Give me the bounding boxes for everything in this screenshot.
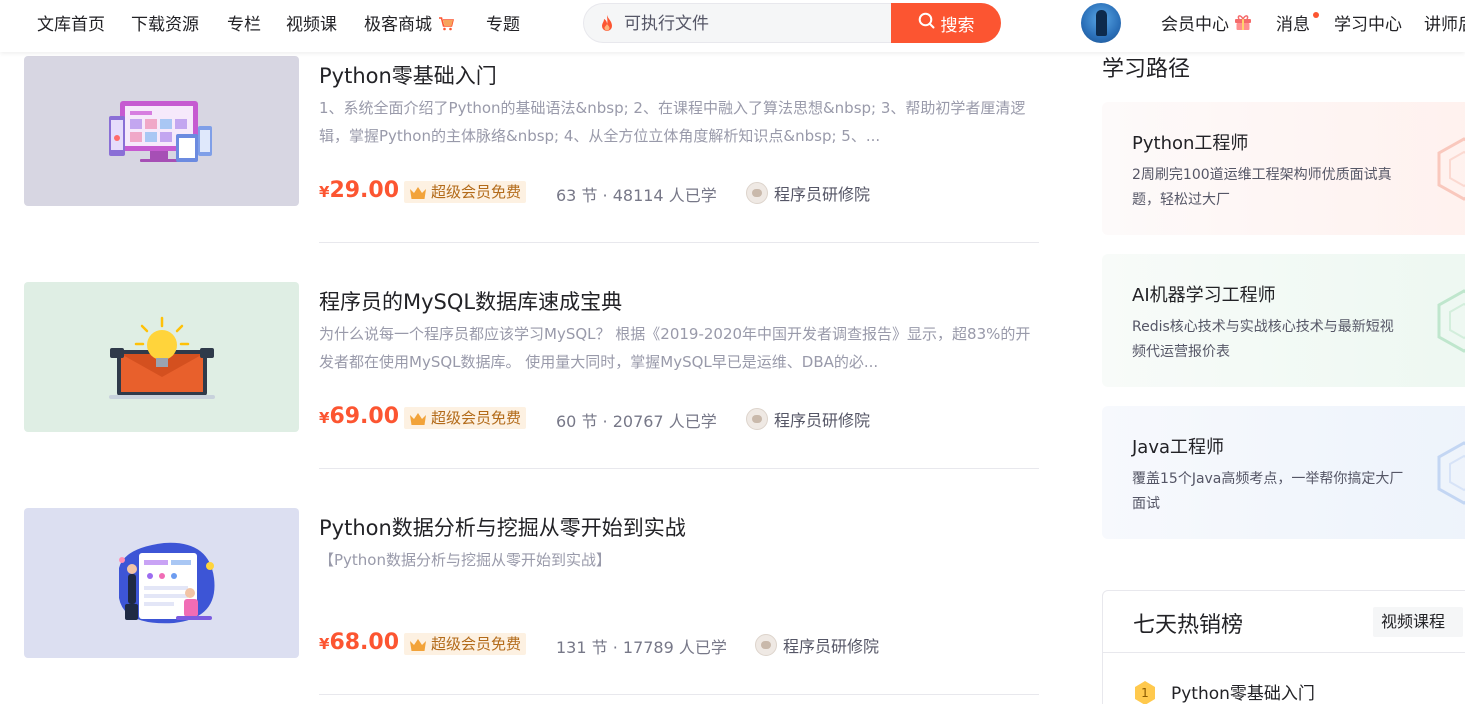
tab-video-courses[interactable]: 视频课程: [1373, 607, 1463, 637]
unread-dot: [1313, 12, 1319, 18]
hot-list-item[interactable]: 1 Python零基础入门: [1133, 679, 1315, 704]
hot-sales-panel: 七天热销榜 视频课程 1 Python零基础入门: [1102, 590, 1465, 704]
course-card[interactable]: Python零基础入门 1、系统全面介绍了Python的基础语法&nbsp; 2…: [24, 56, 1039, 282]
course-price: ¥68.00: [319, 630, 399, 655]
course-description: 为什么说每一个程序员都应该学习MySQL？ 根据《2019-2020年中国开发者…: [319, 325, 1031, 371]
hot-sales-title: 七天热销榜: [1133, 613, 1244, 638]
nav-geek-mall[interactable]: 极客商城: [364, 13, 455, 38]
price-value: 69.00: [329, 404, 400, 429]
course-org[interactable]: 程序员研修院: [746, 406, 870, 432]
nav-messages[interactable]: 消息: [1276, 13, 1310, 37]
rank-number: 1: [1141, 686, 1149, 700]
learning-path-card-ai[interactable]: AI机器学习工程师 Redis核心技术与实战核心技术与最新短视频代运营报价表: [1102, 254, 1465, 387]
org-avatar: [746, 408, 768, 430]
rank-badge-icon: 1: [1133, 680, 1157, 704]
top-navbar: 文库首页 下载资源 专栏 视频课 极客商城 专题 搜索 会员中心 消息 学习中心…: [0, 0, 1465, 52]
course-thumbnail[interactable]: [24, 282, 299, 432]
crown-icon: [409, 637, 427, 656]
divider: [1103, 652, 1465, 653]
crown-icon: [409, 185, 427, 204]
divider: [319, 242, 1039, 243]
course-description: 1、系统全面介绍了Python的基础语法&nbsp; 2、在课程中融入了算法思想…: [319, 99, 1026, 145]
nav-column[interactable]: 专栏: [227, 13, 261, 37]
nav-topics[interactable]: 专题: [486, 13, 520, 37]
hexagon-icon: [1434, 136, 1465, 206]
fire-icon: [600, 15, 614, 36]
course-card[interactable]: Python数据分析与挖掘从零开始到实战 【Python数据分析与挖掘从零开始到…: [24, 508, 1039, 704]
hexagon-icon: [1434, 440, 1465, 510]
divider: [319, 694, 1039, 695]
search-icon: [918, 12, 935, 34]
nav-member-center[interactable]: 会员中心: [1161, 13, 1252, 38]
course-card[interactable]: 程序员的MySQL数据库速成宝典 为什么说每一个程序员都应该学习MySQL？ 根…: [24, 282, 1039, 508]
path-title: AI机器学习工程师: [1132, 285, 1276, 306]
vip-badge-label: 超级会员免费: [431, 183, 522, 201]
currency-symbol: ¥: [319, 409, 330, 427]
course-title[interactable]: 程序员的MySQL数据库速成宝典: [319, 286, 622, 316]
path-title: Python工程师: [1132, 133, 1249, 154]
path-description: Redis核心技术与实战核心技术与最新短视频代运营报价表: [1132, 319, 1394, 360]
search-input[interactable]: [624, 12, 884, 36]
nav-geek-mall-label: 极客商城: [364, 15, 432, 35]
search-button-label: 搜索: [940, 15, 975, 36]
path-description: 覆盖15个Java高频考点，一举帮你搞定大厂面试: [1132, 471, 1404, 512]
org-avatar: [746, 182, 768, 204]
path-title: Java工程师: [1132, 437, 1225, 458]
crown-icon: [409, 411, 427, 430]
path-description: 2周刷完100道运维工程架构师优质面试真题，轻松过大厂: [1132, 167, 1392, 208]
course-meta: 60 节 · 20767 人已学: [556, 412, 717, 431]
search-box: [583, 3, 893, 43]
learning-path-card-python[interactable]: Python工程师 2周刷完100道运维工程架构师优质面试真题，轻松过大厂: [1102, 102, 1465, 235]
course-meta: 63 节 · 48114 人已学: [556, 186, 717, 205]
price-value: 68.00: [329, 630, 400, 655]
currency-symbol: ¥: [319, 183, 330, 201]
user-avatar[interactable]: [1081, 3, 1121, 43]
price-value: 29.00: [329, 178, 400, 203]
currency-symbol: ¥: [319, 635, 330, 653]
course-meta: 131 节 · 17789 人已学: [556, 638, 727, 657]
nav-learning-center[interactable]: 学习中心: [1334, 13, 1402, 37]
course-title[interactable]: Python零基础入门: [319, 60, 497, 90]
org-avatar: [755, 634, 777, 656]
nav-member-center-label: 会员中心: [1161, 15, 1229, 35]
vip-badge-label: 超级会员免费: [431, 635, 522, 653]
org-name: 程序员研修院: [774, 185, 871, 204]
course-description: 【Python数据分析与挖掘从零开始到实战】: [319, 551, 611, 569]
divider: [319, 468, 1039, 469]
course-org[interactable]: 程序员研修院: [755, 632, 879, 658]
org-name: 程序员研修院: [774, 411, 871, 430]
gift-icon: [1234, 14, 1252, 38]
cart-icon: [438, 14, 455, 38]
nav-downloads[interactable]: 下载资源: [131, 13, 199, 37]
course-price: ¥29.00: [319, 178, 399, 203]
hexagon-icon: [1434, 288, 1465, 358]
org-name: 程序员研修院: [783, 637, 880, 656]
course-thumbnail[interactable]: [24, 508, 299, 658]
nav-home[interactable]: 文库首页: [37, 13, 105, 37]
hot-item-title: Python零基础入门: [1171, 684, 1315, 704]
learning-path-title: 学习路径: [1102, 57, 1191, 82]
course-org[interactable]: 程序员研修院: [746, 180, 870, 206]
learning-path-card-java[interactable]: Java工程师 覆盖15个Java高频考点，一举帮你搞定大厂面试: [1102, 406, 1465, 539]
course-price: ¥69.00: [319, 404, 399, 429]
course-thumbnail[interactable]: [24, 56, 299, 206]
search-button[interactable]: 搜索: [891, 3, 1001, 43]
nav-video-course[interactable]: 视频课: [286, 13, 337, 37]
vip-badge-label: 超级会员免费: [431, 409, 522, 427]
course-title[interactable]: Python数据分析与挖掘从零开始到实战: [319, 512, 686, 542]
nav-instructor[interactable]: 讲师后: [1424, 13, 1465, 37]
